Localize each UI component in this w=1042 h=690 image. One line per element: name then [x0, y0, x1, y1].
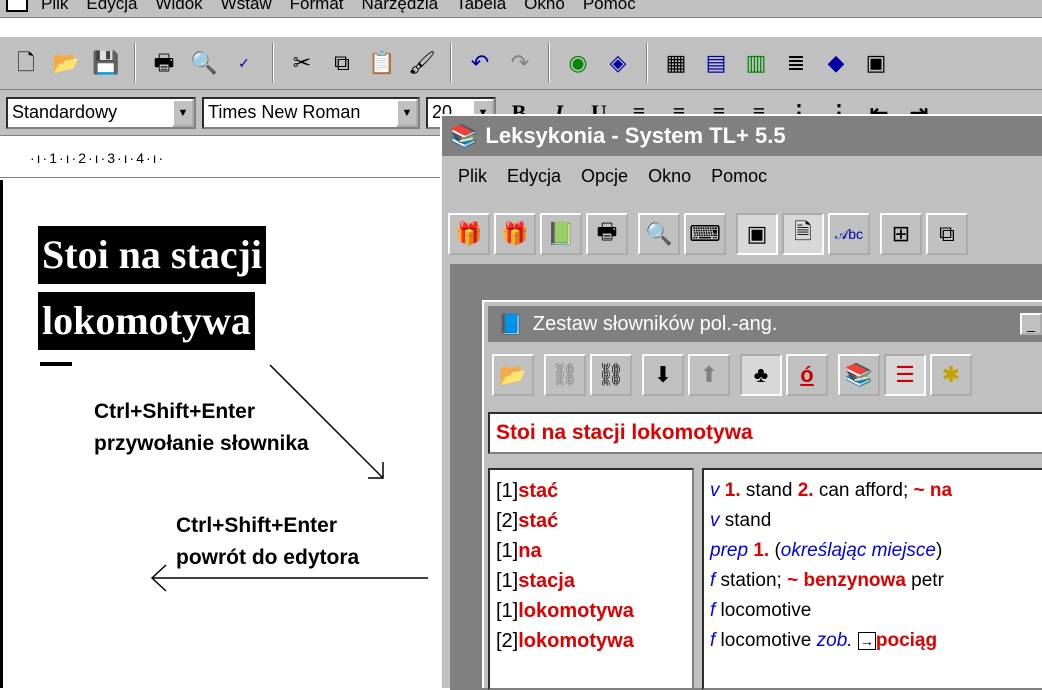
books-check-icon[interactable]: 📚	[838, 354, 880, 396]
list-item[interactable]: [1]lokomotywa	[496, 596, 686, 626]
keyboard-icon[interactable]: ⌨	[684, 213, 726, 255]
lek-menu-plik[interactable]: Plik	[448, 166, 497, 187]
list-item[interactable]: [1]stacja	[496, 566, 686, 596]
list-item[interactable]: [2]stać	[496, 506, 686, 536]
accent-o-icon[interactable]: ó	[786, 354, 828, 396]
cascade-windows-icon[interactable]: ⧉	[926, 213, 968, 255]
zestaw-toolbar: 📂 ⛓ ⛓ ⬇ ⬆ ♣ ó 📚 ☰ ✱	[488, 348, 1042, 402]
leksykonia-menubar: Plik Edycja Opcje Okno Pomoc	[442, 158, 1042, 194]
preview-icon[interactable]: 🗎	[782, 213, 824, 255]
new-icon[interactable]: ✱	[930, 354, 972, 396]
window-icon[interactable]: ▣	[736, 213, 778, 255]
book-icon: 📘	[498, 313, 523, 336]
zestaw-titlebar[interactable]: 📘 Zestaw słowników pol.-ang. _	[488, 306, 1042, 342]
link-icon[interactable]: ⛓	[590, 354, 632, 396]
open-folder-icon[interactable]: 📂	[492, 354, 534, 396]
cross-reference-link[interactable]: pociąg	[876, 630, 937, 651]
tree-icon[interactable]: ♣	[740, 354, 782, 396]
print-icon[interactable]: 🖶	[586, 213, 628, 255]
headword-list[interactable]: [1]stać [2]stać [1]na [1]stacja [1]lokom…	[488, 468, 694, 690]
spelling-abc-icon[interactable]: 𝒜bc	[828, 213, 870, 255]
arrow-back-to-editor	[150, 564, 428, 592]
book-icon: 📚	[450, 123, 478, 148]
zestaw-window: 📘 Zestaw słowników pol.-ang. _ 📂 ⛓ ⛓ ⬇ ⬆…	[482, 300, 1042, 690]
arrow-down-icon[interactable]: ⬇	[642, 354, 684, 396]
lek-menu-edycja[interactable]: Edycja	[497, 166, 571, 187]
minimize-icon[interactable]: _	[1020, 313, 1042, 335]
definitions-pane[interactable]: v 1. stand 2. can afford; ~ na v stand p…	[702, 468, 1042, 690]
leksykonia-title: Leksykonia - System TL+ 5.5	[485, 123, 786, 148]
leksykonia-toolbar: 🎁 🎁 📗 🖶 🔍 ⌨ ▣ 🗎 𝒜bc ⊞ ⧉	[442, 208, 1042, 260]
link-arrow-icon[interactable]: →	[857, 632, 876, 650]
leksykonia-titlebar[interactable]: 📚 Leksykonia - System TL+ 5.5	[442, 116, 1042, 156]
definition-row: f locomotive	[710, 600, 812, 621]
lek-menu-opcje[interactable]: Opcje	[571, 166, 638, 187]
definition-row: v stand	[710, 510, 772, 531]
tile-windows-icon[interactable]: ⊞	[880, 213, 922, 255]
definition-row: prep 1. (określając miejsce)	[710, 540, 943, 561]
list-icon[interactable]: ☰	[884, 354, 926, 396]
zestaw-title: Zestaw słowników pol.-ang.	[532, 312, 778, 335]
definition-row: f locomotive zob. → pociąg	[710, 630, 938, 651]
query-input[interactable]: Stoi na stacji lokomotywa	[488, 412, 1042, 454]
green-book-icon[interactable]: 📗	[540, 213, 582, 255]
definition-row: f station; ~ benzynowa petr	[710, 570, 944, 591]
unlink-icon[interactable]: ⛓	[544, 354, 586, 396]
lek-menu-pomoc[interactable]: Pomoc	[701, 166, 777, 187]
list-item[interactable]: [1]na	[496, 536, 686, 566]
gift-dictionary-icon[interactable]: 🎁	[448, 213, 490, 255]
arrow-up-icon[interactable]: ⬆	[688, 354, 730, 396]
lek-menu-okno[interactable]: Okno	[638, 166, 701, 187]
gift-dictionary-2-icon[interactable]: 🎁	[494, 213, 536, 255]
list-item[interactable]: [2]lokomotywa	[496, 626, 686, 656]
list-item[interactable]: [1]stać	[496, 476, 686, 506]
search-icon[interactable]: 🔍	[638, 213, 680, 255]
definition-row: v 1. stand 2. can afford; ~ na	[710, 480, 953, 501]
arrow-to-dictionary	[269, 364, 384, 479]
